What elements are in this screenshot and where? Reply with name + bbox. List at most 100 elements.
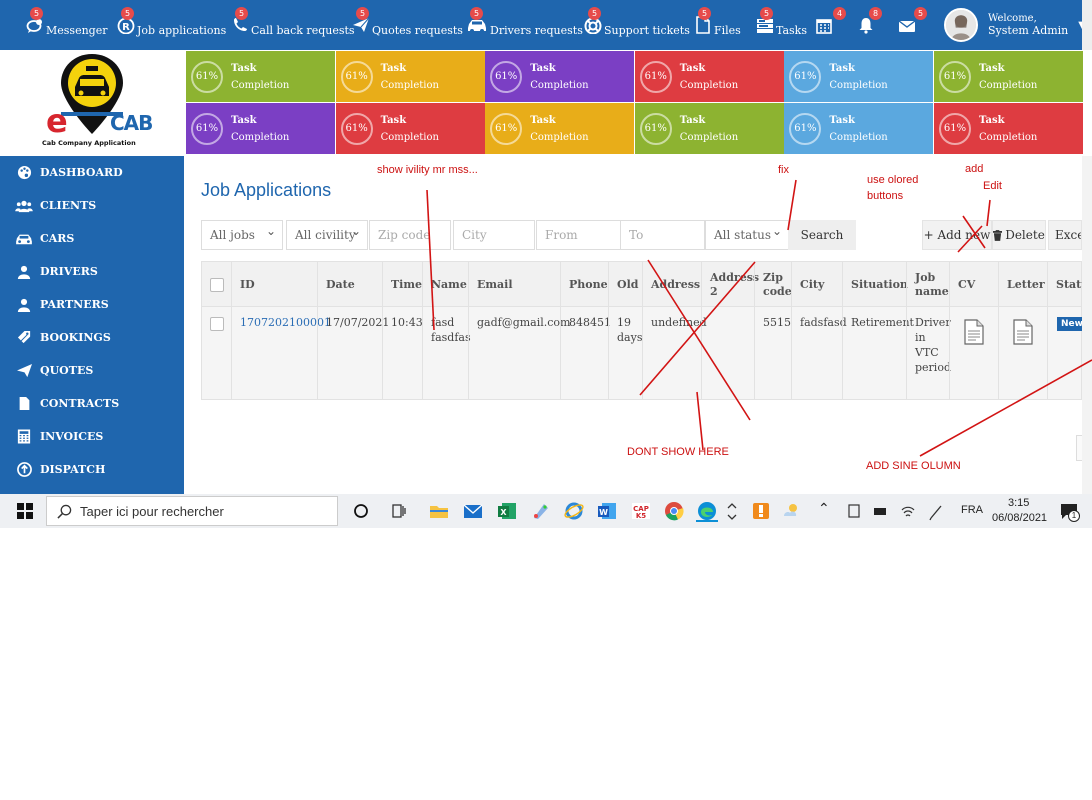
- tile-percent: 61%: [943, 123, 967, 134]
- notification-center-icon[interactable]: 1: [1058, 500, 1080, 522]
- task-completion-tile[interactable]: 61% Task Completion: [335, 51, 485, 102]
- mail-app-icon[interactable]: [462, 500, 484, 522]
- task-completion-tile[interactable]: 61% Task Completion: [934, 51, 1083, 102]
- brand-logo[interactable]: e CAB Cab Company Application: [0, 50, 184, 156]
- sidebar-item-dispatch[interactable]: DISPATCH: [0, 453, 184, 486]
- windows-start-icon[interactable]: [16, 502, 34, 520]
- cell-name: fasd fasdfas: [431, 316, 471, 344]
- excel-button[interactable]: Excel: [1048, 220, 1082, 250]
- nav-call-back-requests[interactable]: 5 Call back requests: [231, 0, 355, 50]
- sidebar-item-invoices[interactable]: INVOICES: [0, 420, 184, 453]
- status-select[interactable]: All status: [705, 220, 789, 250]
- taskbar-search-input[interactable]: Taper ici pour rechercher: [46, 496, 338, 526]
- clock-date[interactable]: 06/08/2021: [992, 512, 1047, 524]
- nav-notifications[interactable]: 8: [857, 0, 882, 50]
- col-name[interactable]: Name: [425, 262, 473, 308]
- col-id[interactable]: ID: [234, 262, 261, 308]
- task-completion-tile[interactable]: 61% Task Completion: [485, 103, 635, 154]
- status-badge: New: [1057, 317, 1082, 331]
- col-date[interactable]: Date: [320, 262, 361, 308]
- cab-app-icon[interactable]: CAP K5: [630, 500, 652, 522]
- task-completion-tile[interactable]: 61% Task Completion: [634, 51, 784, 102]
- sidebar-item-cars[interactable]: CARS: [0, 222, 184, 255]
- internet-explorer-icon[interactable]: [563, 500, 585, 522]
- delete-button[interactable]: Delete: [992, 220, 1046, 250]
- col-phone[interactable]: Phone: [563, 262, 614, 308]
- sidebar-item-bookings[interactable]: BOOKINGS: [0, 321, 184, 354]
- task-completion-tile[interactable]: 61% Task Completion: [934, 103, 1083, 154]
- nav-messenger[interactable]: 5 Messenger: [26, 0, 107, 50]
- users-icon: [14, 198, 34, 214]
- nav-calendar[interactable]: 4: [815, 0, 846, 50]
- row-checkbox[interactable]: [210, 317, 224, 331]
- nav-support-tickets[interactable]: 5 Support tickets: [584, 0, 690, 50]
- pen-icon[interactable]: [928, 500, 944, 522]
- language-indicator[interactable]: FRA: [961, 504, 983, 516]
- col-status[interactable]: Status: [1050, 262, 1082, 308]
- nav-drivers-requests[interactable]: 5 Drivers requests: [466, 0, 583, 50]
- sidebar-item-clients[interactable]: CLIENTS: [0, 189, 184, 222]
- letter-document-icon[interactable]: [1012, 319, 1034, 345]
- file-icon: [14, 396, 34, 412]
- from-date-input[interactable]: From: [536, 220, 621, 250]
- col-letter[interactable]: Letter: [1001, 262, 1051, 308]
- col-old[interactable]: Old: [611, 262, 644, 308]
- add-new-button[interactable]: + Add new: [922, 220, 992, 250]
- task-completion-tile[interactable]: 61% Task Completion: [335, 103, 485, 154]
- tile-title: Task: [380, 114, 407, 126]
- col-address-2[interactable]: Address 2: [704, 262, 759, 308]
- sidebar-item-contracts[interactable]: CONTRACTS: [0, 387, 184, 420]
- nav-files[interactable]: 5 Files: [694, 0, 741, 50]
- battery-icon[interactable]: [872, 500, 888, 522]
- excel-app-icon[interactable]: X: [496, 500, 518, 522]
- zip-code-input[interactable]: Zip code: [369, 220, 451, 250]
- to-date-input[interactable]: To: [620, 220, 705, 250]
- scrollbar-track[interactable]: [1082, 156, 1092, 494]
- task-view-icon[interactable]: [388, 500, 410, 522]
- file-explorer-icon[interactable]: [428, 500, 450, 522]
- task-completion-tile[interactable]: 61% Task Completion: [186, 51, 335, 102]
- tile-title: Task: [829, 62, 855, 74]
- nav-tasks[interactable]: 5 Tasks: [756, 0, 807, 50]
- task-completion-tile[interactable]: 61% Task Completion: [784, 103, 934, 154]
- weather-icon[interactable]: [780, 500, 802, 522]
- task-completion-tile[interactable]: 61% Task Completion: [485, 51, 635, 102]
- sidebar-item-partners[interactable]: PARTNERS: [0, 288, 184, 321]
- col-cv[interactable]: CV: [952, 262, 981, 308]
- user-menu[interactable]: Welcome, System Admin ▼: [944, 4, 1086, 46]
- chevron-up-icon[interactable]: [726, 500, 738, 522]
- word-app-icon[interactable]: W: [596, 500, 618, 522]
- wifi-icon[interactable]: [900, 500, 916, 522]
- alert-tray-icon[interactable]: [750, 500, 772, 522]
- task-completion-tile[interactable]: 61% Task Completion: [634, 103, 784, 154]
- cortana-icon[interactable]: [350, 500, 372, 522]
- chevron-up-tray-icon[interactable]: ⌃: [818, 500, 830, 517]
- chrome-icon[interactable]: [663, 500, 685, 522]
- sidebar-item-drivers[interactable]: DRIVERS: [0, 255, 184, 288]
- sidebar-item-dashboard[interactable]: DASHBOARD: [0, 156, 184, 189]
- nav-quotes-requests[interactable]: 5 Quotes requests: [352, 0, 463, 50]
- col-address[interactable]: Address: [645, 262, 706, 308]
- messenger-icon: 5: [26, 7, 44, 34]
- nav-messages[interactable]: 5: [898, 0, 927, 50]
- task-completion-tile[interactable]: 61% Task Completion: [784, 51, 934, 102]
- search-button[interactable]: Search: [788, 220, 856, 250]
- col-situation[interactable]: Situation: [845, 262, 914, 308]
- cv-document-icon[interactable]: [963, 319, 985, 345]
- edge-icon[interactable]: [696, 500, 718, 522]
- city-input[interactable]: City: [453, 220, 535, 250]
- jobs-select[interactable]: All jobs: [201, 220, 283, 250]
- tile-percent: 61%: [495, 71, 518, 82]
- tablet-icon[interactable]: [846, 500, 862, 522]
- nav-job-applications[interactable]: R 5 Job applications: [117, 0, 226, 50]
- col-city[interactable]: City: [794, 262, 830, 308]
- col-email[interactable]: Email: [471, 262, 519, 308]
- sidebar-item-quotes[interactable]: QUOTES: [0, 354, 184, 387]
- col-zip-code[interactable]: Zip code: [757, 262, 795, 308]
- task-completion-tile[interactable]: 61% Task Completion: [186, 103, 335, 154]
- col-job-name[interactable]: Job name: [909, 262, 953, 308]
- select-all-checkbox[interactable]: [210, 278, 224, 292]
- civility-select[interactable]: All civility: [286, 220, 368, 250]
- paint-app-icon[interactable]: [530, 500, 552, 522]
- clock-time[interactable]: 3:15: [1008, 497, 1029, 509]
